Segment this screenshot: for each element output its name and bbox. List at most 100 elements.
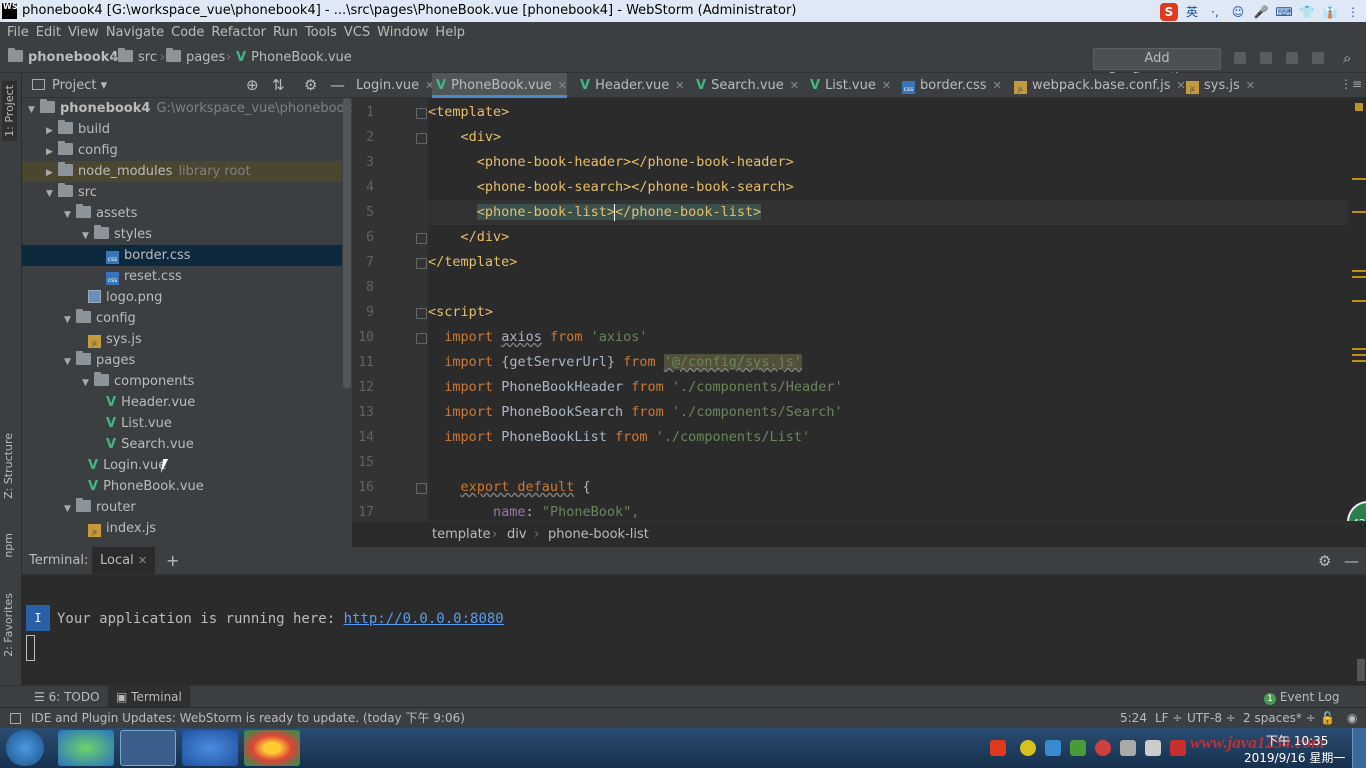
- tree-item[interactable]: ▶ node_modules library root: [22, 161, 342, 182]
- tool-tab-favorites[interactable]: 2: Favorites: [2, 593, 15, 657]
- expanded-arrow-icon[interactable]: ▼: [64, 499, 76, 520]
- expanded-arrow-icon[interactable]: ▼: [64, 352, 76, 373]
- tool-tab-terminal[interactable]: ▣ Terminal: [108, 686, 190, 708]
- collapse-all-icon[interactable]: ⇅: [272, 73, 285, 98]
- editor-tab[interactable]: V List.vue ✕: [806, 73, 891, 98]
- taskbar-chrome-icon[interactable]: [244, 730, 300, 766]
- tree-item[interactable]: ▼ config: [22, 308, 342, 329]
- settings-gear-icon[interactable]: ⚙: [304, 73, 317, 98]
- caret-position[interactable]: 5:24: [1120, 708, 1147, 729]
- menu-code[interactable]: Code: [164, 25, 204, 40]
- tree-item[interactable]: ▼ assets: [22, 203, 342, 224]
- coverage-icon[interactable]: [1286, 52, 1298, 64]
- tree-item[interactable]: ▼ components: [22, 371, 342, 392]
- tree-item[interactable]: V Search.vue: [22, 434, 342, 455]
- menu-window[interactable]: Window: [370, 25, 428, 40]
- expanded-arrow-icon[interactable]: ▼: [46, 184, 58, 205]
- breadcrumb-template[interactable]: template: [432, 522, 491, 548]
- tree-item[interactable]: ▼ router: [22, 497, 342, 518]
- menu-file[interactable]: File: [0, 25, 29, 40]
- taskbar-app-icon[interactable]: [58, 730, 114, 766]
- fold-marker-icon[interactable]: [416, 333, 427, 344]
- tree-item[interactable]: ▶ config: [22, 140, 342, 161]
- tree-item[interactable]: ▼ phonebook4 G:\workspace_vue\phonebook4: [22, 98, 360, 121]
- new-terminal-plus-icon[interactable]: +: [166, 547, 179, 575]
- terminal-tab-local[interactable]: Local ✕: [92, 547, 156, 574]
- tree-item[interactable]: ▼ src: [22, 182, 342, 203]
- error-stripe[interactable]: [1352, 98, 1366, 521]
- start-button[interactable]: [6, 730, 44, 766]
- menu-edit[interactable]: Edit: [29, 25, 61, 40]
- ime-item-icon[interactable]: 👔: [1321, 3, 1339, 21]
- expanded-arrow-icon[interactable]: ▼: [82, 226, 94, 247]
- tray-shield-icon[interactable]: [1070, 740, 1086, 756]
- clock-date[interactable]: 2019/9/16 星期一: [1244, 749, 1345, 766]
- tool-tab-project[interactable]: 1: Project: [2, 81, 17, 141]
- code-view[interactable]: <template> <div> <phone-book-header></ph…: [428, 98, 1348, 521]
- tree-item[interactable]: ▶ build: [22, 119, 342, 140]
- close-tab-icon[interactable]: ✕: [558, 79, 567, 92]
- tray-network-icon[interactable]: [1120, 740, 1136, 756]
- locate-file-icon[interactable]: ⊕: [246, 73, 259, 98]
- fold-marker-icon[interactable]: [416, 133, 427, 144]
- expanded-arrow-icon[interactable]: ▼: [28, 100, 40, 121]
- tray-flag-icon[interactable]: [1145, 740, 1161, 756]
- tree-item[interactable]: css border.css: [22, 245, 342, 266]
- expanded-arrow-icon[interactable]: ▼: [64, 205, 76, 226]
- search-everywhere-icon[interactable]: ⌕: [1343, 43, 1351, 73]
- hide-panel-icon[interactable]: —: [330, 73, 345, 98]
- fold-marker-icon[interactable]: [416, 108, 427, 119]
- show-desktop-button[interactable]: [1352, 728, 1366, 768]
- ime-item-icon[interactable]: 👕: [1298, 3, 1316, 21]
- ime-item-icon[interactable]: 英: [1183, 3, 1201, 21]
- line-separator[interactable]: LF ÷: [1155, 708, 1182, 729]
- tray-app-icon[interactable]: [1095, 740, 1111, 756]
- tree-item[interactable]: V Header.vue: [22, 392, 342, 413]
- editor-tab[interactable]: V Search.vue ✕: [692, 73, 799, 98]
- debug-icon[interactable]: [1260, 52, 1272, 64]
- indent-setting[interactable]: 2 spaces* ÷: [1243, 708, 1316, 729]
- server-url-link[interactable]: http://0.0.0.0:8080: [344, 611, 504, 627]
- close-tab-icon[interactable]: ✕: [993, 79, 1002, 92]
- stop-icon[interactable]: [1312, 52, 1324, 64]
- editor-tab[interactable]: js sys.js ✕: [1182, 73, 1255, 98]
- menu-refactor[interactable]: Refactor: [204, 25, 266, 40]
- breadcrumb-phone-book-list[interactable]: phone-book-list: [548, 522, 649, 548]
- nav-crumb-pages[interactable]: pages: [166, 43, 225, 73]
- stripe-mark[interactable]: [1352, 178, 1366, 180]
- close-icon[interactable]: ✕: [138, 554, 147, 567]
- run-icon[interactable]: [1234, 52, 1246, 64]
- stripe-mark[interactable]: [1352, 348, 1366, 350]
- collapsed-arrow-icon[interactable]: ▶: [46, 163, 58, 184]
- terminal-settings-gear-icon[interactable]: ⚙: [1318, 547, 1331, 575]
- tree-item[interactable]: css reset.css: [22, 266, 342, 287]
- editor-tab[interactable]: Login.vue ✕: [352, 73, 434, 98]
- ime-item-icon[interactable]: ☺: [1229, 3, 1247, 21]
- tree-item[interactable]: js sys.js: [22, 329, 342, 350]
- editor-tab[interactable]: V PhoneBook.vue ✕: [432, 73, 567, 98]
- ime-item-icon[interactable]: ⌨: [1275, 3, 1293, 21]
- menu-run[interactable]: Run: [266, 25, 298, 40]
- ime-toolbar[interactable]: S 英 ·, ☺ 🎤 ⌨ 👕 👔 ⋮: [1160, 2, 1362, 22]
- expanded-arrow-icon[interactable]: ▼: [64, 310, 76, 331]
- stripe-mark[interactable]: [1352, 360, 1366, 362]
- fold-marker-icon[interactable]: [416, 258, 427, 269]
- menu-vcs[interactable]: VCS: [337, 25, 370, 40]
- add-configuration-button[interactable]: Add Configuration...: [1093, 48, 1221, 86]
- tray-box-icon[interactable]: [1045, 740, 1061, 756]
- lock-icon[interactable]: 🔓: [1320, 708, 1335, 729]
- tray-plus-icon[interactable]: [1020, 740, 1036, 756]
- menu-tools[interactable]: Tools: [298, 25, 337, 40]
- tool-tab-npm[interactable]: npm: [2, 533, 15, 558]
- ime-item-icon[interactable]: 🎤: [1252, 3, 1270, 21]
- close-tab-icon[interactable]: ✕: [790, 79, 799, 92]
- fold-marker-icon[interactable]: [416, 483, 427, 494]
- menu-help[interactable]: Help: [428, 25, 465, 40]
- clock-time[interactable]: 下午 10:35: [1266, 732, 1328, 749]
- stripe-mark[interactable]: [1352, 211, 1366, 213]
- fold-marker-icon[interactable]: [416, 308, 427, 319]
- nav-crumb-file[interactable]: V PhoneBook.vue: [236, 43, 352, 73]
- tree-item[interactable]: ▼ styles: [22, 224, 342, 245]
- project-view-dropdown[interactable]: Project ▾: [52, 73, 107, 98]
- close-tab-icon[interactable]: ✕: [675, 79, 684, 92]
